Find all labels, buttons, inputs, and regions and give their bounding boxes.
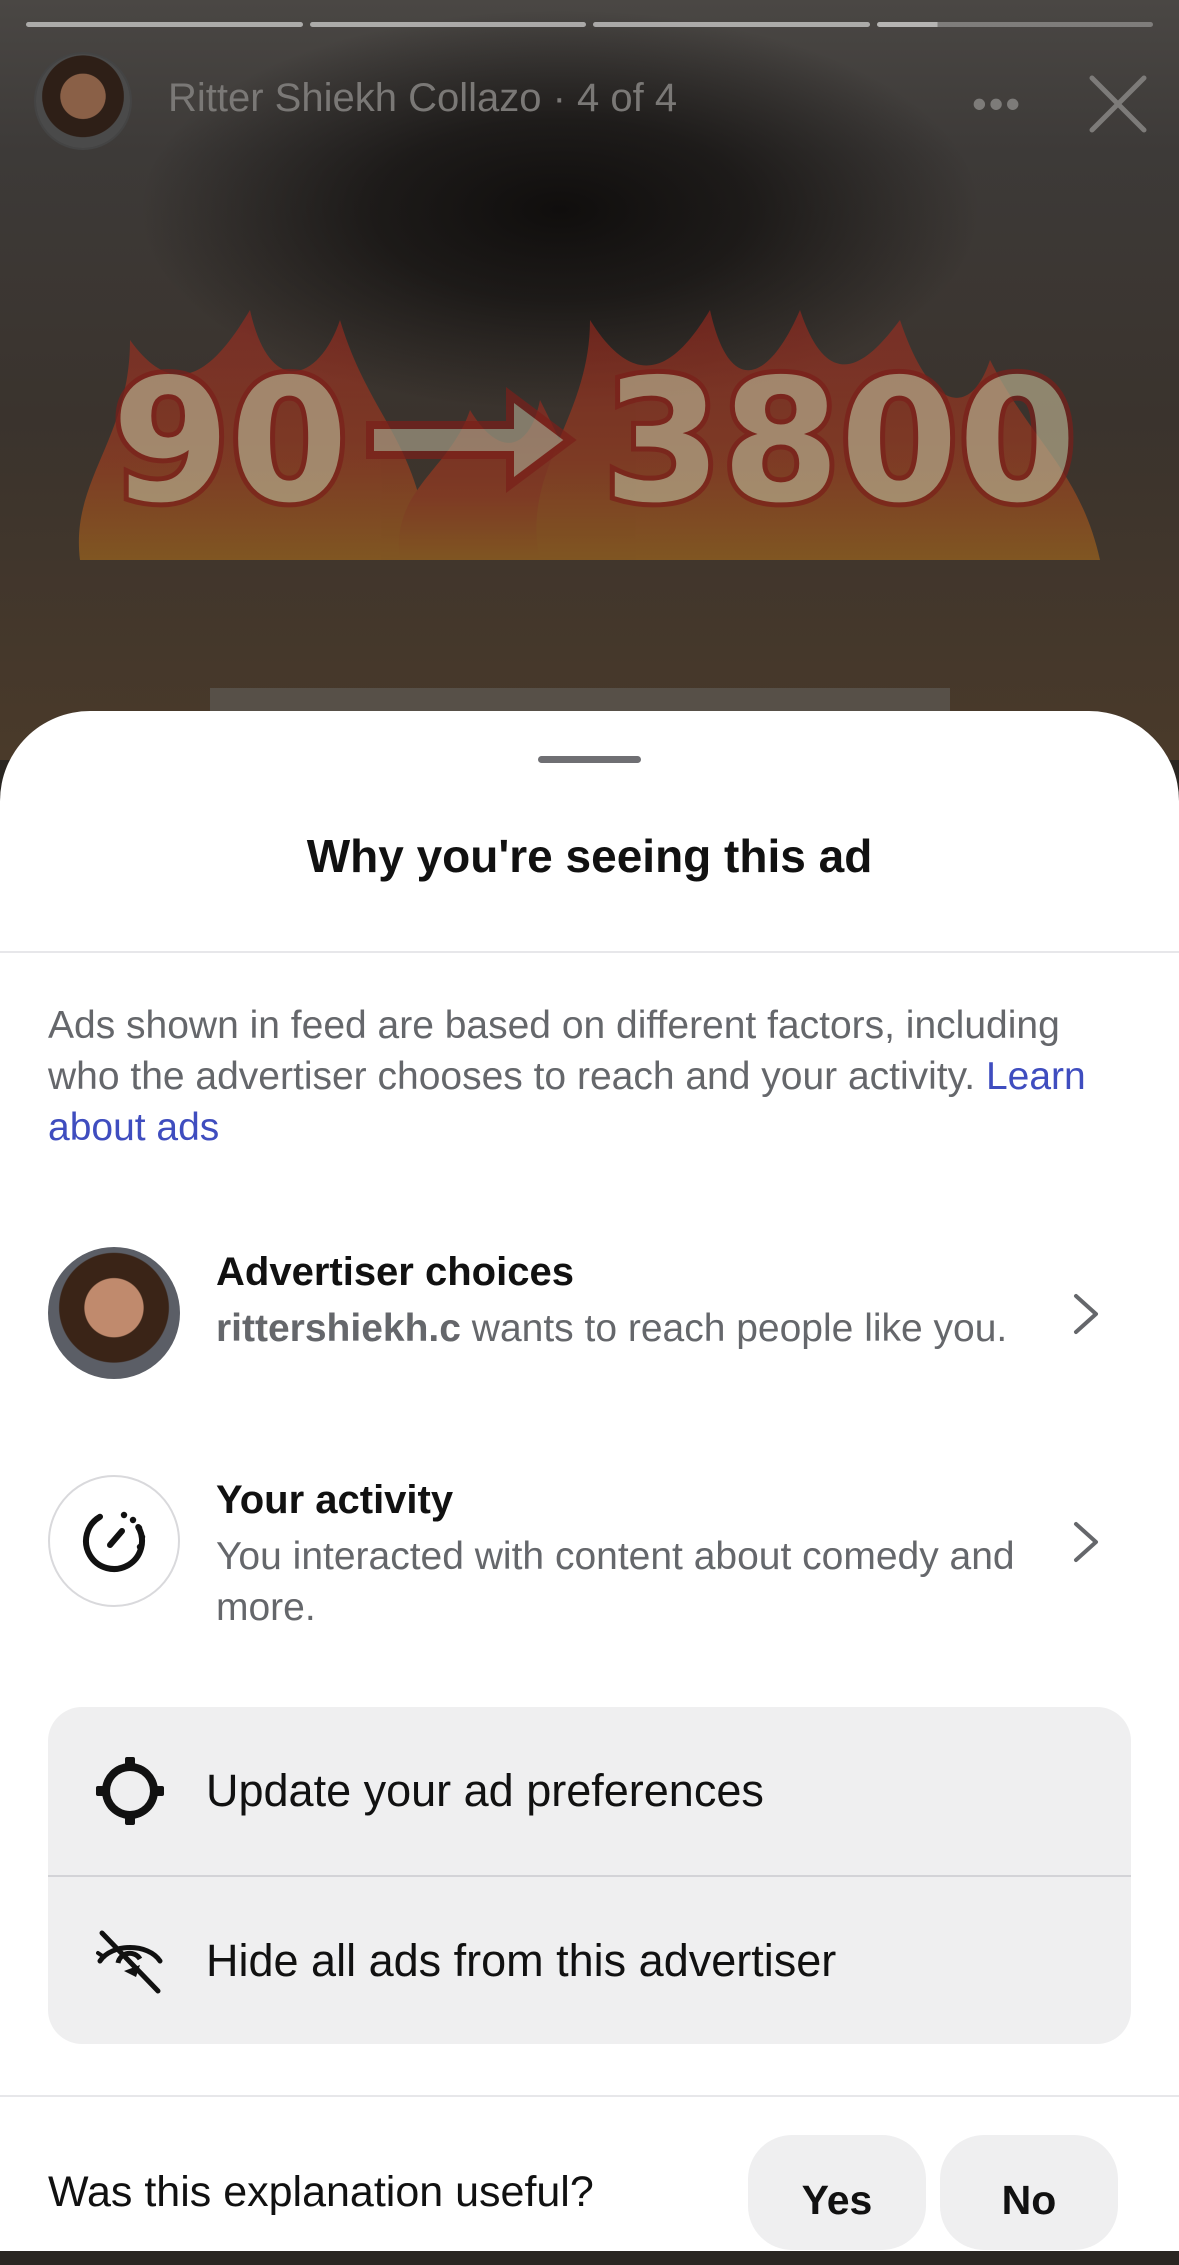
story-avatar[interactable] xyxy=(36,54,130,148)
close-icon[interactable] xyxy=(1088,74,1148,134)
ad-actions-card: Update your ad preferences Hide all ads … xyxy=(48,1707,1131,2044)
divider xyxy=(0,2095,1179,2097)
advertiser-choices-row[interactable]: Advertiser choices rittershiekh.c wants … xyxy=(48,1247,1138,1397)
advertiser-choices-desc: rittershiekh.c wants to reach people lik… xyxy=(216,1303,1046,1354)
advertiser-handle: rittershiekh.c xyxy=(216,1307,461,1350)
your-activity-desc: You interacted with content about comedy… xyxy=(216,1535,1015,1629)
progress-segment xyxy=(26,22,303,27)
ad-from-value: 90 xyxy=(112,343,349,541)
update-ad-preferences-button[interactable]: Update your ad preferences xyxy=(48,1707,1131,1875)
feedback-question: Was this explanation useful? xyxy=(48,2168,594,2216)
feedback-yes-button[interactable]: Yes xyxy=(748,2135,926,2250)
sheet-grabber[interactable] xyxy=(538,756,641,763)
ad-creative-graphic: 90 3800 xyxy=(78,310,1100,560)
progress-segment xyxy=(593,22,870,27)
divider xyxy=(0,951,1179,953)
story-title[interactable]: Ritter Shiekh Collazo · 4 of 4 xyxy=(168,76,677,121)
sheet-title: Why you're seeing this ad xyxy=(306,830,873,882)
advertiser-avatar xyxy=(48,1247,180,1379)
activity-icon xyxy=(48,1475,180,1607)
advertiser-reach-text: wants to reach people like you. xyxy=(460,1307,1008,1350)
ads-intro-body: Ads shown in feed are based on different… xyxy=(48,1004,1060,1098)
hide-ads-from-advertiser-button[interactable]: Hide all ads from this advertiser xyxy=(48,1877,1131,2044)
progress-segment xyxy=(876,22,1153,27)
story-viewer: Ritter Shiekh Collazo · 4 of 4 ••• 90 38… xyxy=(0,0,1179,778)
ads-intro-text: Ads shown in feed are based on different… xyxy=(48,1000,1138,1153)
dashed-clock-icon xyxy=(83,1511,146,1572)
chevron-right-icon xyxy=(1074,1294,1098,1334)
eye-hidden-icon xyxy=(96,1930,163,1994)
progress-segment xyxy=(309,22,586,27)
your-activity-label: Your activity xyxy=(216,1478,454,1522)
update-ad-preferences-label: Update your ad preferences xyxy=(206,1765,764,1816)
advertiser-choices-label: Advertiser choices xyxy=(216,1250,574,1294)
hide-ads-label: Hide all ads from this advertiser xyxy=(206,1935,837,1986)
your-activity-row[interactable]: Your activity You interacted with conten… xyxy=(48,1475,1138,1629)
chevron-right-icon xyxy=(1074,1522,1098,1562)
story-progress xyxy=(26,22,1153,27)
feedback-no-button[interactable]: No xyxy=(940,2135,1118,2250)
more-options-icon[interactable]: ••• xyxy=(972,80,1022,128)
ad-to-value: 3800 xyxy=(603,343,1076,541)
gear-icon xyxy=(96,1757,164,1825)
